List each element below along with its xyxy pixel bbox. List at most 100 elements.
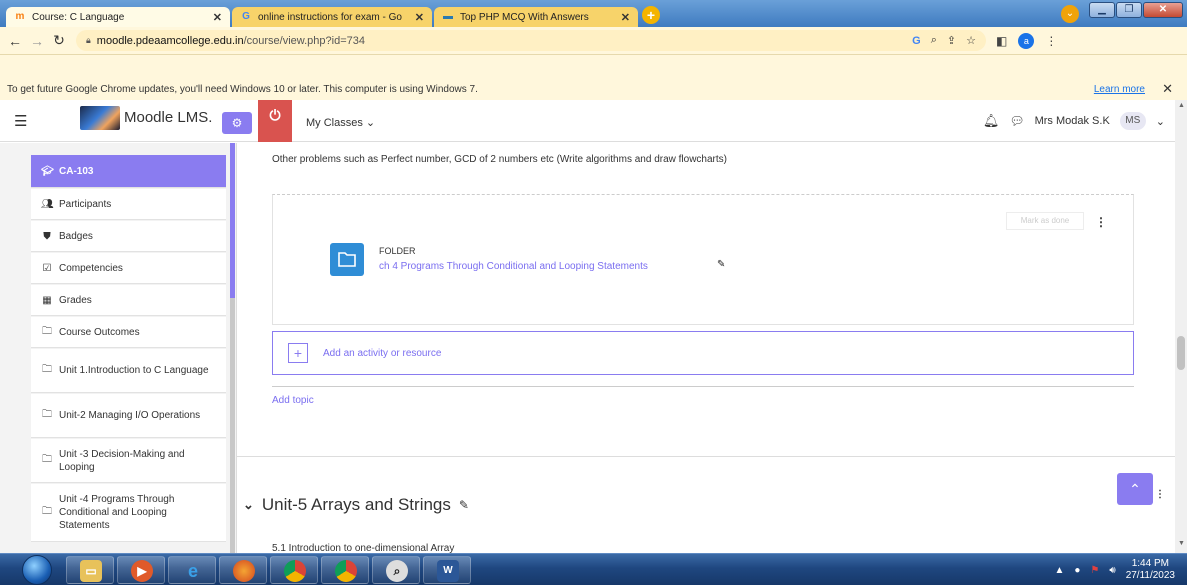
google-lens-icon[interactable]: G: [912, 35, 921, 47]
taskbar-firefox[interactable]: [219, 556, 267, 584]
section-header-unit-5[interactable]: ⌄ Unit-5 Arrays and Strings ✎: [243, 495, 469, 515]
forward-arrow-icon[interactable]: →: [26, 33, 48, 49]
site-logo[interactable]: [80, 106, 120, 130]
volume-icon[interactable]: 🔊︎: [1109, 565, 1115, 576]
moodle-favicon-icon: m: [15, 11, 25, 22]
drawer-item-grades[interactable]: ▦ Grades: [31, 285, 226, 316]
tab-course-c-language[interactable]: m Course: C Language ✕: [6, 7, 230, 27]
user-area: 🔔︎ 💬︎ Mrs Modak S.K MS ⌄: [983, 112, 1165, 130]
drawer-item-unit-1[interactable]: 🗀 Unit 1.Introduction to C Language: [31, 349, 226, 393]
tab-title: Course: C Language: [32, 11, 125, 23]
back-arrow-icon[interactable]: ←: [4, 33, 26, 49]
taskbar-internet-explorer[interactable]: e: [168, 556, 216, 584]
bookmark-star-icon[interactable]: ☆: [966, 34, 976, 47]
pencil-icon[interactable]: ✎: [717, 259, 725, 270]
chevron-down-icon[interactable]: ⌄: [243, 497, 254, 513]
site-name[interactable]: Moodle LMS.: [124, 109, 212, 126]
taskbar-chrome-profile[interactable]: [321, 556, 369, 584]
taskbar-word[interactable]: W: [423, 556, 471, 584]
new-tab-button[interactable]: +: [642, 6, 660, 24]
hamburger-menu-icon[interactable]: ☰: [14, 112, 27, 130]
learn-more-link[interactable]: Learn more: [1094, 84, 1145, 95]
folder-icon: 🗀: [42, 454, 52, 465]
more-icon[interactable]: ⋮: [1155, 489, 1165, 500]
section-separator: [237, 456, 1175, 457]
bell-icon[interactable]: 🔔︎: [983, 113, 1000, 129]
drawer-item-ca-103[interactable]: 🎓︎ CA-103: [31, 155, 226, 188]
table-icon: ▦: [42, 294, 52, 306]
reload-icon[interactable]: ↻: [48, 32, 70, 49]
drawer-item-unit-2[interactable]: 🗀 Unit-2 Managing I/O Operations: [31, 394, 226, 438]
chevron-down-icon[interactable]: ⌄: [1156, 115, 1165, 128]
chat-icon[interactable]: 💬︎: [1009, 114, 1024, 128]
add-activity-button[interactable]: + Add an activity or resource: [272, 331, 1134, 375]
network-icon[interactable]: ●: [1074, 565, 1080, 576]
activity-actions-icon[interactable]: ⋮: [1095, 215, 1107, 229]
taskbar-media-player[interactable]: ▶: [117, 556, 165, 584]
tab-close-icon[interactable]: ✕: [415, 11, 424, 24]
google-favicon-icon: G: [242, 11, 250, 22]
checkbox-icon: ☑: [42, 262, 52, 274]
maximize-button[interactable]: ❐: [1116, 2, 1142, 18]
tab-close-icon[interactable]: ✕: [621, 11, 630, 24]
tray-expand-icon[interactable]: ▲: [1054, 565, 1064, 576]
screen: m Course: C Language ✕ G online instruct…: [0, 0, 1187, 585]
taskbar-magnifier[interactable]: ⌕: [372, 556, 420, 584]
power-button[interactable]: ⏻: [258, 100, 292, 142]
drawer-item-participants[interactable]: 👥︎ Participants: [31, 189, 226, 220]
zoom-icon[interactable]: ⌕: [931, 34, 937, 47]
folder-icon: 🗀: [42, 409, 52, 420]
window-close-button[interactable]: ✕: [1143, 2, 1183, 18]
address-bar[interactable]: 🔒︎ moodle.pdeaamcollege.edu.in/course/vi…: [76, 30, 986, 51]
add-activity-label: Add an activity or resource: [323, 348, 442, 359]
drawer-item-unit-3[interactable]: 🗀 Unit -3 Decision-Making and Looping: [31, 439, 226, 483]
page-scrollbar[interactable]: ▲ ▼: [1175, 100, 1187, 553]
page-scrollbar-thumb[interactable]: [1177, 336, 1185, 370]
tab-search-icon[interactable]: ⌄: [1061, 5, 1079, 23]
action-center-flag-icon[interactable]: ⚑: [1090, 565, 1099, 576]
url-host: moodle.pdeaamcollege.edu.in: [96, 34, 244, 47]
minimize-button[interactable]: ▁: [1089, 2, 1115, 18]
section-title: Unit-5 Arrays and Strings: [261, 495, 451, 514]
folder-icon: ▭: [80, 560, 102, 582]
drawer-item-badges[interactable]: ⛊ Badges: [31, 221, 226, 252]
user-avatar[interactable]: MS: [1119, 112, 1146, 130]
chrome-menu-icon[interactable]: ⋮: [1045, 34, 1057, 48]
taskbar-chrome[interactable]: [270, 556, 318, 584]
tab-close-icon[interactable]: ✕: [213, 11, 222, 24]
share-icon[interactable]: ⇪: [947, 34, 956, 47]
side-panel-icon[interactable]: ◧: [996, 34, 1007, 48]
drawer-item-course-outcomes[interactable]: 🗀 Course Outcomes: [31, 317, 226, 348]
lock-icon: 🔒︎: [86, 35, 91, 45]
drawer-item-unit-4[interactable]: 🗀 Unit -4 Programs Through Conditional a…: [31, 484, 226, 542]
start-button[interactable]: [22, 555, 52, 585]
folder-icon: 🗀: [42, 506, 52, 517]
graduation-cap-icon: 🎓︎: [41, 165, 54, 177]
add-topic-link[interactable]: Add topic: [272, 395, 314, 406]
site-favicon-icon: ▬: [443, 11, 453, 22]
profile-avatar[interactable]: a: [1018, 32, 1035, 49]
settings-cog-button[interactable]: ⚙: [222, 112, 252, 134]
section-first-item: 5.1 Introduction to one-dimensional Arra…: [272, 543, 455, 553]
drawer-scrollbar-thumb[interactable]: [230, 143, 235, 298]
users-icon: 👥︎: [41, 198, 54, 210]
tab-php-mcq[interactable]: ▬ Top PHP MCQ With Answers ✕: [434, 7, 638, 27]
mark-as-done-button[interactable]: Mark as done: [1006, 212, 1084, 230]
tab-title: online instructions for exam - Go: [258, 11, 402, 23]
drawer-scrollbar[interactable]: [230, 143, 235, 553]
browser-tabstrip: m Course: C Language ✕ G online instruct…: [0, 0, 1187, 27]
clock[interactable]: 1:44 PM 27/11/2023: [1126, 558, 1175, 582]
infobar-close-icon[interactable]: ✕: [1162, 81, 1173, 97]
folder-activity-link[interactable]: ch 4 Programs Through Conditional and Lo…: [379, 261, 648, 272]
taskbar-explorer[interactable]: ▭: [66, 556, 114, 584]
tab-online-instructions[interactable]: G online instructions for exam - Go ✕: [232, 7, 432, 27]
my-classes-menu[interactable]: My Classes ⌄: [306, 116, 375, 129]
drawer-item-competencies[interactable]: ☑ Competencies: [31, 253, 226, 284]
scroll-down-arrow-icon[interactable]: ▼: [1178, 540, 1185, 547]
pencil-icon[interactable]: ✎: [459, 498, 469, 512]
folder-icon[interactable]: [330, 243, 364, 276]
word-icon: W: [437, 560, 459, 582]
scroll-up-arrow-icon[interactable]: ▲: [1178, 102, 1185, 109]
back-to-top-button[interactable]: ⌃: [1117, 473, 1153, 505]
user-name[interactable]: Mrs Modak S.K: [1035, 115, 1110, 127]
